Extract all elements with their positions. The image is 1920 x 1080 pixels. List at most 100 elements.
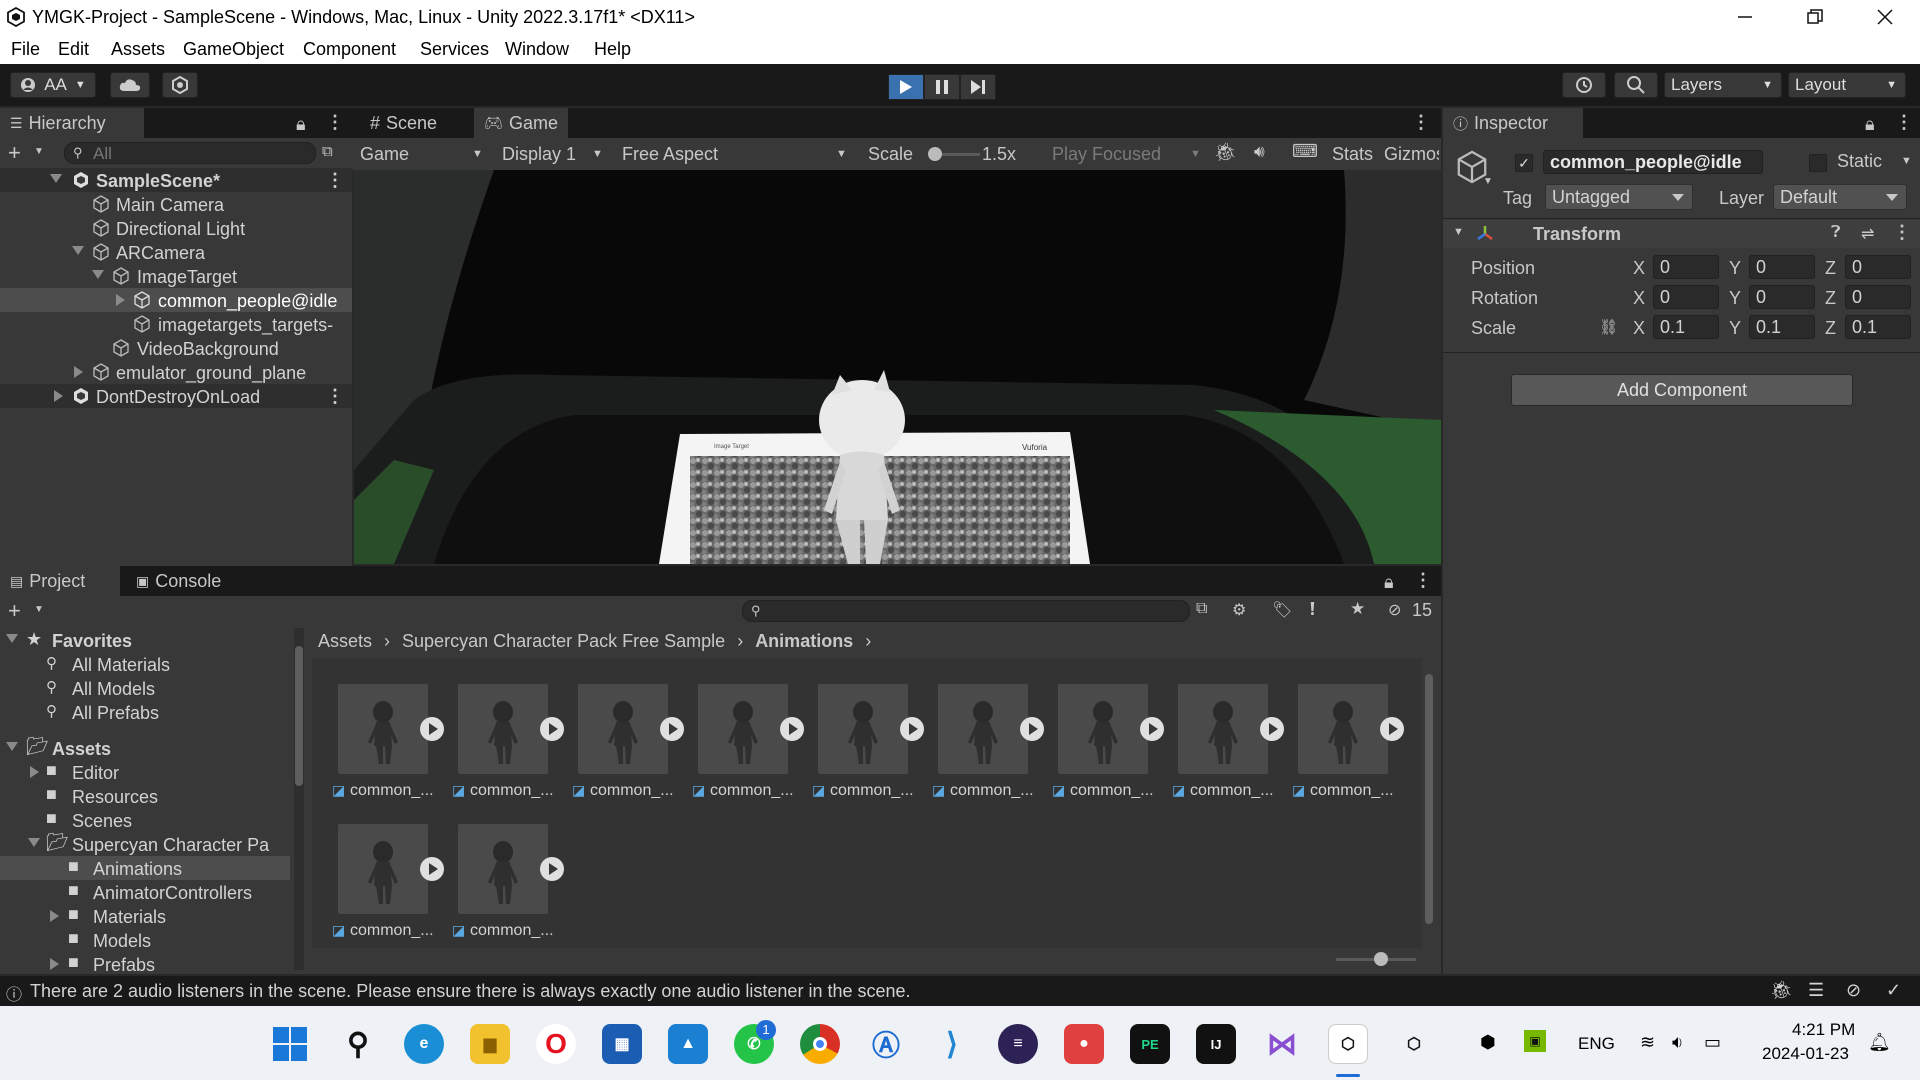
chevron-down-icon[interactable]: ▼ bbox=[1453, 226, 1464, 238]
play-button[interactable] bbox=[888, 74, 924, 100]
expand-arrow[interactable] bbox=[92, 270, 104, 279]
tree-row-common-people-idle[interactable]: common_people@idle bbox=[0, 288, 352, 312]
collab-button[interactable] bbox=[162, 72, 198, 98]
asset-item[interactable]: ◪ common_... bbox=[1172, 684, 1290, 814]
status-message[interactable]: There are 2 audio listeners in the scene… bbox=[30, 981, 911, 1002]
game-viewport[interactable]: Image Target Vuforia bbox=[354, 170, 1441, 564]
notification-bell-icon[interactable]: 🔔︎ bbox=[1868, 1032, 1891, 1053]
kebab-menu-icon[interactable]: ⋮ bbox=[326, 386, 344, 407]
tab-hierarchy[interactable]: ☰ Hierarchy bbox=[0, 108, 144, 138]
intellij-icon[interactable]: IJ bbox=[1196, 1024, 1236, 1064]
lock-icon[interactable]: 🔒︎ bbox=[1865, 114, 1875, 135]
transform-header[interactable]: ▼ Transform ❓︎ ⇌ ⋮ bbox=[1443, 220, 1920, 248]
hierarchy-search-input[interactable]: ⚲ All bbox=[64, 142, 316, 164]
tree-row-all-models[interactable]: ⚲ All Models bbox=[0, 676, 290, 700]
play-preview-icon[interactable] bbox=[420, 717, 444, 741]
tree-row-prefabs[interactable]: ■ Prefabs bbox=[0, 952, 290, 974]
chevron-down-icon[interactable]: ▼ bbox=[1901, 155, 1912, 167]
tab-project[interactable]: ▤ Project bbox=[0, 566, 120, 596]
unity-hub-icon[interactable]: ⬡ bbox=[1394, 1024, 1434, 1064]
tree-row-imagetargets[interactable]: imagetargets_targets- bbox=[0, 312, 352, 336]
display-dropdown[interactable]: Display 1 ▼ bbox=[496, 141, 610, 167]
kebab-menu-icon[interactable]: ⋮ bbox=[326, 112, 344, 133]
search-button[interactable] bbox=[1614, 72, 1658, 98]
microsoft-store-icon[interactable]: ▦ bbox=[602, 1024, 642, 1064]
star-icon[interactable]: ★ bbox=[1350, 599, 1365, 619]
search-filter-icon[interactable]: ⧉ bbox=[1196, 600, 1207, 618]
tree-row-supercyan[interactable]: 📂︎ Supercyan Character Pa bbox=[0, 832, 290, 856]
volume-icon[interactable]: 🔉︎ bbox=[1672, 1032, 1683, 1053]
tree-row-resources[interactable]: ■ Resources bbox=[0, 784, 290, 808]
cloud-button[interactable] bbox=[110, 72, 150, 98]
tree-row-models[interactable]: ■ Models bbox=[0, 928, 290, 952]
position-z-field[interactable]: 0 bbox=[1845, 255, 1911, 279]
gizmos-button[interactable]: Gizmos bbox=[1384, 144, 1439, 165]
game-mode-dropdown[interactable]: Game ▼ bbox=[354, 141, 490, 167]
scale-x-field[interactable]: 0.1 bbox=[1653, 315, 1719, 339]
menu-edit[interactable]: Edit bbox=[58, 39, 89, 60]
presets-icon[interactable]: ⇌ bbox=[1861, 224, 1874, 244]
active-checkbox[interactable]: ✓ bbox=[1515, 154, 1533, 172]
link-broken-icon[interactable]: ⛓︎ bbox=[1599, 318, 1618, 336]
chevron-down-icon[interactable]: ▼ bbox=[34, 146, 44, 157]
tree-row-samplescene[interactable]: SampleScene* ⋮ bbox=[0, 168, 352, 192]
layout-dropdown[interactable]: Layout ▼ bbox=[1788, 72, 1906, 98]
asset-item[interactable]: ◪ common_... bbox=[452, 684, 570, 814]
asset-item[interactable]: ◪ common_... bbox=[812, 684, 930, 814]
keyboard-icon[interactable]: ⌨ bbox=[1292, 141, 1318, 162]
undo-history-button[interactable] bbox=[1562, 72, 1606, 98]
asset-item[interactable]: ◪ common_... bbox=[932, 684, 1050, 814]
bug-icon[interactable]: 🐞︎ bbox=[1214, 142, 1237, 163]
app-store-icon[interactable]: Ⓐ bbox=[866, 1024, 906, 1064]
chevron-down-icon[interactable]: ▼ bbox=[1483, 176, 1493, 187]
tree-row-animatorcontrollers[interactable]: ■ AnimatorControllers bbox=[0, 880, 290, 904]
rotation-z-field[interactable]: 0 bbox=[1845, 285, 1911, 309]
rotation-x-field[interactable]: 0 bbox=[1653, 285, 1719, 309]
aspect-dropdown[interactable]: Free Aspect ▼ bbox=[616, 141, 854, 167]
scale-z-field[interactable]: 0.1 bbox=[1845, 315, 1911, 339]
tree-row-animations[interactable]: ■ Animations bbox=[0, 856, 290, 880]
photos-icon[interactable]: ▲ bbox=[668, 1024, 708, 1064]
asset-item[interactable]: ◪ common_... bbox=[692, 684, 810, 814]
asset-item[interactable]: ◪ common_... bbox=[1052, 684, 1170, 814]
breadcrumb-supercyan[interactable]: Supercyan Character Pack Free Sample bbox=[402, 631, 725, 652]
unity-tray-icon[interactable]: ⬢ bbox=[1480, 1032, 1496, 1053]
pause-button[interactable] bbox=[924, 74, 960, 100]
check-circle-icon[interactable]: ✓ bbox=[1886, 980, 1901, 1001]
help-icon[interactable]: ❓︎ bbox=[1831, 224, 1841, 242]
cache-icon[interactable]: ☰ bbox=[1808, 980, 1824, 1001]
windows-start-icon[interactable] bbox=[270, 1024, 310, 1064]
label-tag-icon[interactable]: 🏷︎ bbox=[1272, 600, 1292, 620]
project-search-input[interactable]: ⚲ bbox=[742, 600, 1190, 622]
visual-studio-icon[interactable]: ⋈ bbox=[1262, 1024, 1302, 1064]
collapse-arrow[interactable] bbox=[54, 390, 63, 402]
play-preview-icon[interactable] bbox=[540, 857, 564, 881]
play-preview-icon[interactable] bbox=[1260, 717, 1284, 741]
breadcrumb-assets[interactable]: Assets bbox=[318, 631, 372, 652]
warning-icon[interactable]: ❗︎ bbox=[1310, 599, 1315, 620]
tree-row-imagetarget[interactable]: ImageTarget bbox=[0, 264, 352, 288]
restore-button[interactable] bbox=[1780, 0, 1850, 34]
expand-arrow[interactable] bbox=[72, 246, 84, 255]
screen-recorder-icon[interactable]: ● bbox=[1064, 1024, 1104, 1064]
pycharm-icon[interactable]: PE bbox=[1130, 1024, 1170, 1064]
tree-row-all-materials[interactable]: ⚲ All Materials bbox=[0, 652, 290, 676]
tree-row-directional-light[interactable]: Directional Light bbox=[0, 216, 352, 240]
object-name-field[interactable]: common_people@idle bbox=[1543, 150, 1763, 174]
asset-item[interactable]: ◪ common_... bbox=[1292, 684, 1410, 814]
kebab-menu-icon[interactable]: ⋮ bbox=[1893, 222, 1911, 243]
debug-off-icon[interactable]: 🐞︎ bbox=[1770, 980, 1793, 1001]
play-focused-dropdown[interactable]: Play Focused ▼ bbox=[1046, 141, 1208, 167]
play-preview-icon[interactable] bbox=[1140, 717, 1164, 741]
menu-assets[interactable]: Assets bbox=[111, 39, 165, 60]
tree-row-arcamera[interactable]: ARCamera bbox=[0, 240, 352, 264]
step-button[interactable] bbox=[960, 74, 996, 100]
asset-item[interactable]: ◪ common_... bbox=[332, 684, 450, 814]
play-preview-icon[interactable] bbox=[780, 717, 804, 741]
kebab-menu-icon[interactable]: ⋮ bbox=[1412, 112, 1430, 133]
chevron-down-icon[interactable]: ▼ bbox=[34, 604, 44, 615]
kebab-menu-icon[interactable]: ⋮ bbox=[1895, 112, 1913, 133]
speaker-icon[interactable]: 🔊︎ bbox=[1254, 142, 1265, 162]
add-component-button[interactable]: Add Component bbox=[1511, 374, 1853, 406]
minimize-button[interactable] bbox=[1710, 0, 1780, 34]
